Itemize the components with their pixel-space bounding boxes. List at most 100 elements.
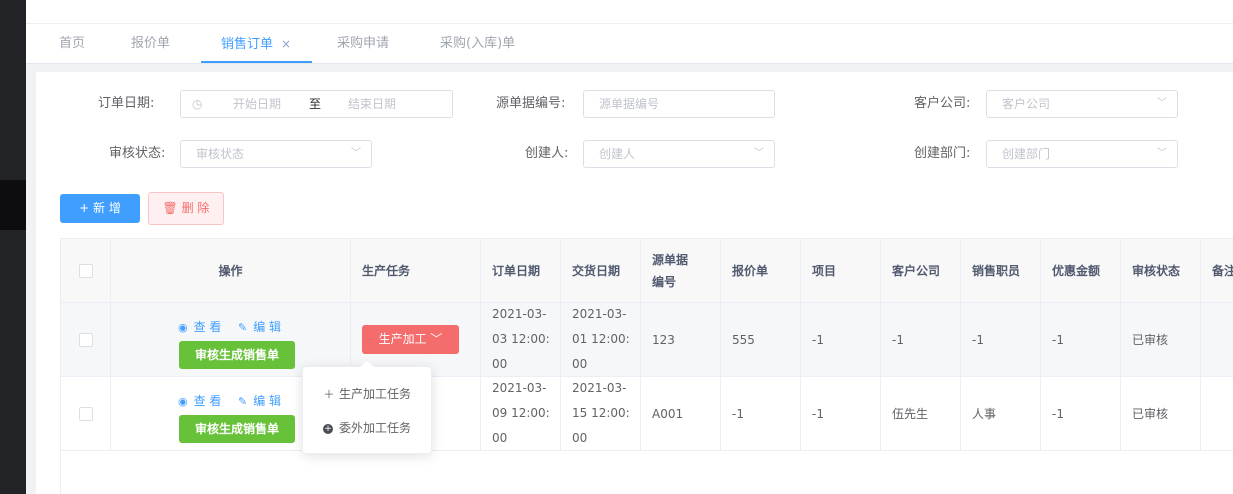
creator-label: 创建人: [525, 146, 569, 161]
menu-item-label: 委外加工任务 [339, 421, 412, 435]
view-label: 查 看 [193, 320, 222, 334]
edit-link[interactable]: ✎ 编 辑 [238, 318, 281, 335]
sidebar-active-item[interactable] [0, 180, 26, 230]
left-sidebar [0, 0, 26, 494]
order-date-label: 订单日期: [98, 96, 155, 111]
dept-placeholder: 创建部门 [1002, 147, 1051, 161]
content-card: 订单日期: ◷ 开始日期 至 结束日期 源单据编号: 源单据编号 客户公司: 客… [36, 72, 1233, 494]
view-link[interactable]: ◉ 查 看 [178, 392, 221, 409]
project-cell: -1 [801, 377, 881, 450]
edit-label: 编 辑 [253, 320, 282, 334]
header-sales: 销售职员 [961, 239, 1041, 302]
header-task: 生产任务 [351, 239, 481, 302]
tab-quote[interactable]: 报价单 [131, 24, 170, 64]
active-tab-indicator [201, 61, 312, 63]
header-customer: 客户公司 [881, 239, 961, 302]
header-audit: 审核状态 [1121, 239, 1201, 302]
select-all-checkbox[interactable] [78, 263, 93, 278]
discount-cell: -1 [1041, 303, 1121, 376]
audit-status-select[interactable]: 审核状态 ﹀ [180, 140, 372, 168]
view-label: 查 看 [193, 394, 222, 408]
select-all-cell [61, 239, 111, 302]
audit-status-label: 审核状态: [109, 146, 166, 161]
tab-sales-order[interactable]: 销售订单 × [221, 24, 291, 64]
dept-label: 创建部门: [914, 146, 971, 161]
creator-select[interactable]: 创建人 ﹀ [583, 140, 775, 168]
dept-select[interactable]: 创建部门 ﹀ [986, 140, 1178, 168]
sales-cell: 人事 [961, 377, 1041, 450]
customer-label: 客户公司: [914, 96, 971, 111]
edit-icon: ✎ [238, 321, 248, 334]
audit-placeholder: 审核状态 [196, 147, 245, 161]
edit-link[interactable]: ✎ 编 辑 [238, 392, 281, 409]
order-date-value: 2021-03-09 12:00:00 [492, 381, 550, 445]
table-row: ◉ 查 看 ✎ 编 辑 审核生成销售单 生产加工 ﹀ 2021-03-03 12:0… [61, 303, 1233, 377]
tab-label: 采购(入库)单 [440, 36, 516, 51]
delivery-date-value: 2021-03-15 12:00:00 [572, 381, 630, 445]
chevron-down-icon: ﹀ [754, 148, 764, 159]
header-delivery-date: 交货日期 [561, 239, 641, 302]
audit-cell: 已审核 [1121, 377, 1201, 450]
source-no-cell: A001 [641, 377, 721, 450]
end-date-input[interactable]: 结束日期 [348, 91, 396, 117]
quote-cell: 555 [721, 303, 801, 376]
menu-item-outsource-task[interactable]: + 委外加工任务 [303, 411, 431, 445]
start-date-input[interactable]: 开始日期 [233, 91, 281, 117]
tab-home[interactable]: 首页 [59, 24, 85, 64]
source-no-input[interactable]: 源单据编号 [583, 90, 775, 118]
customer-select[interactable]: 客户公司 ﹀ [986, 90, 1178, 118]
row-checkbox[interactable] [78, 332, 93, 347]
row-select-cell [61, 303, 111, 376]
top-header [26, 0, 1233, 24]
remark-cell [1201, 303, 1233, 376]
range-separator: 至 [309, 97, 322, 111]
header-source-no-text: 源单据编号 [652, 252, 689, 289]
tab-label: 采购申请 [337, 36, 390, 51]
edit-icon: ✎ [238, 395, 248, 408]
table-header: 操作 生产任务 订单日期 交货日期 源单据编号 报价单 项目 客户公司 销售职员… [61, 239, 1233, 303]
produce-dropdown-menu: ＋ 生产加工任务 + 委外加工任务 [302, 358, 432, 454]
sales-order-table: 操作 生产任务 订单日期 交货日期 源单据编号 报价单 项目 客户公司 销售职员… [60, 238, 1233, 494]
menu-item-production-task[interactable]: ＋ 生产加工任务 [303, 377, 431, 411]
tab-label: 报价单 [131, 36, 171, 51]
customer-placeholder: 客户公司 [1002, 97, 1051, 111]
view-link[interactable]: ◉ 查 看 [178, 318, 221, 335]
menu-item-label: 生产加工任务 [339, 387, 412, 401]
close-icon[interactable]: × [281, 37, 291, 51]
header-quote: 报价单 [721, 239, 801, 302]
tab-label: 销售订单 [221, 37, 274, 52]
customer-cell: 伍先生 [881, 377, 961, 450]
row-checkbox[interactable] [78, 406, 93, 421]
delivery-date-cell: 2021-03-01 12:00:00 [561, 303, 641, 376]
chevron-down-icon: ﹀ [351, 148, 361, 159]
remark-cell [1201, 377, 1233, 450]
audit-generate-button[interactable]: 审核生成销售单 [179, 341, 295, 369]
produce-dropdown-button[interactable]: 生产加工 ﹀ [362, 325, 459, 354]
produce-label: 生产加工 [378, 332, 427, 346]
quote-cell: -1 [721, 377, 801, 450]
order-date-cell: 2021-03-09 12:00:00 [481, 377, 561, 450]
delete-button[interactable]: 🗑 删 除 [148, 192, 224, 225]
project-cell: -1 [801, 303, 881, 376]
creator-placeholder: 创建人 [599, 147, 636, 161]
eye-icon: ◉ [178, 321, 188, 334]
trash-icon: 🗑 [162, 201, 178, 215]
delivery-date-cell: 2021-03-15 12:00:00 [561, 377, 641, 450]
tab-purchase-inbound[interactable]: 采购(入库)单 [440, 24, 515, 64]
row-select-cell [61, 377, 111, 450]
table-row: ◉ 查 看 ✎ 编 辑 审核生成销售单 2021-03-09 12:00:00 20… [61, 377, 1233, 451]
discount-cell: -1 [1041, 377, 1121, 450]
order-date-range-picker[interactable]: ◷ 开始日期 至 结束日期 [180, 90, 453, 118]
plus-icon: ＋ [323, 388, 335, 401]
source-no-label: 源单据编号: [496, 96, 566, 111]
tab-purchase-request[interactable]: 采购申请 [337, 24, 389, 64]
clock-icon: ◷ [192, 97, 203, 111]
header-order-date: 订单日期 [481, 239, 561, 302]
audit-cell: 已审核 [1121, 303, 1201, 376]
header-source-no: 源单据编号 [641, 239, 721, 302]
header-discount: 优惠金额 [1041, 239, 1121, 302]
eye-icon: ◉ [178, 395, 188, 408]
header-ops: 操作 [111, 239, 351, 302]
audit-generate-button[interactable]: 审核生成销售单 [179, 415, 295, 443]
add-button[interactable]: + 新 增 [60, 194, 140, 223]
